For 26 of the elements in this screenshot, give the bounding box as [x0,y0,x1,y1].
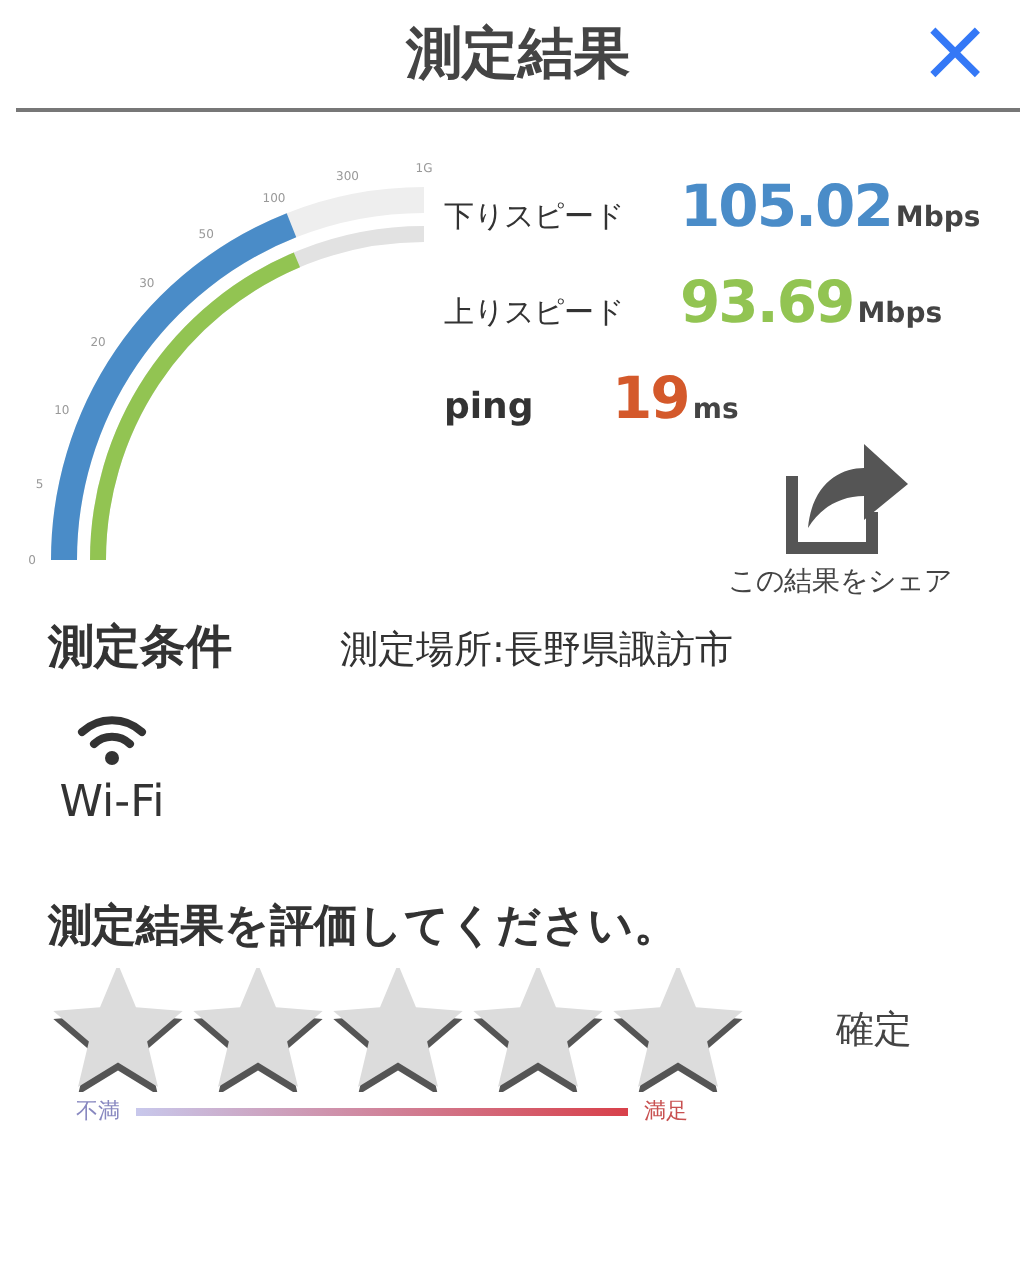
scale-high-label: 満足 [644,1096,688,1126]
share-button[interactable]: この結果をシェア [728,424,953,600]
unit-label: Mbps [895,202,981,234]
star-icon[interactable] [48,968,188,1092]
star-icon[interactable] [468,968,608,1092]
screen-title: 測定結果 [406,18,630,90]
star-icon[interactable] [608,968,748,1092]
section-heading: 測定条件 [48,620,234,678]
star-icon[interactable] [188,968,328,1092]
result-label: ping [444,386,536,428]
wifi-icon [76,710,148,766]
result-value: 105.02 [680,172,892,240]
result-label: 上りスピード [444,294,626,332]
result-value: 93.69 [680,268,854,336]
network-label: Wi-Fi [59,778,165,828]
star-icon[interactable] [328,968,468,1092]
star-rating[interactable] [48,968,748,1092]
close-button[interactable]: × [918,8,992,96]
scale-low-label: 不満 [76,1096,120,1126]
confirm-button[interactable]: 確定 [828,996,920,1064]
result-label: 下りスピード [444,198,626,236]
unit-label: ms [692,394,739,426]
location-text: 測定場所:長野県諏訪市 [340,626,733,676]
unit-label: Mbps [857,298,943,330]
rating-prompt: 測定結果を評価してください。 [48,899,680,956]
result-value: 19 [612,364,689,432]
